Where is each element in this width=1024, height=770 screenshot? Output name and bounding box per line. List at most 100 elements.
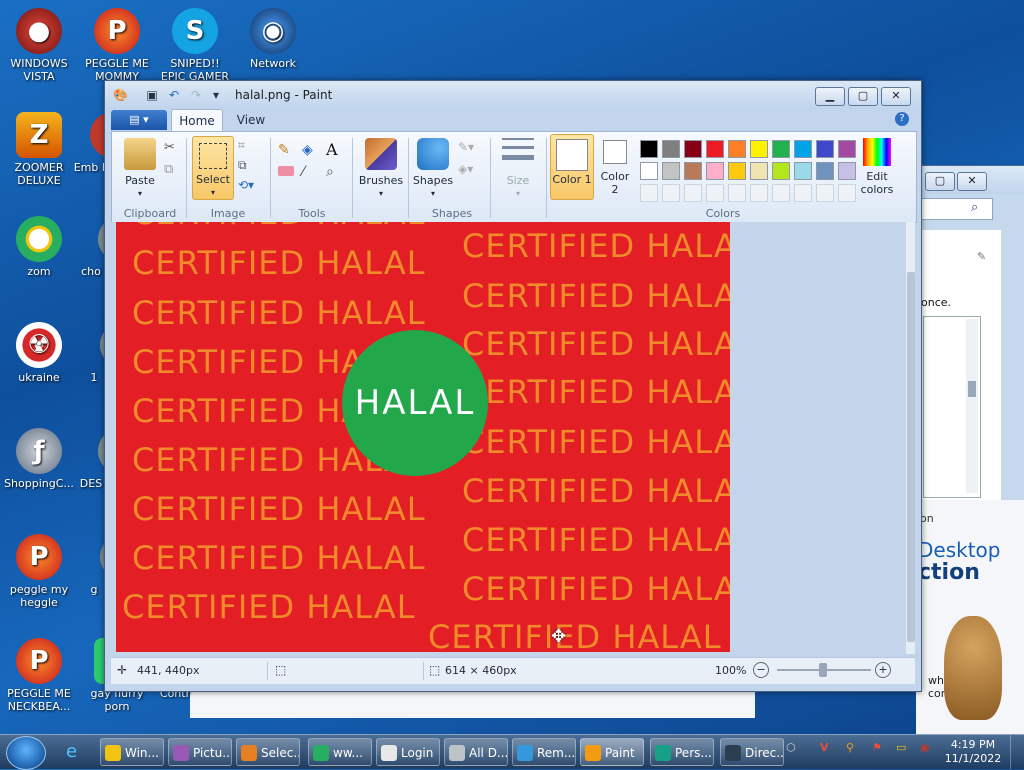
taskbar-item[interactable]: Selec...: [236, 738, 300, 766]
taskbar-item[interactable]: ww...: [308, 738, 372, 766]
taskbar-item[interactable]: Pictu...: [168, 738, 232, 766]
clock[interactable]: 4:19 PM 11/1/2022: [940, 738, 1006, 766]
color-swatch[interactable]: [750, 162, 768, 180]
minimize-button[interactable]: ▁: [815, 87, 845, 106]
desktop-icon-peggle-my-heggle[interactable]: P peggle my heggle: [2, 534, 76, 609]
color-swatch[interactable]: [640, 162, 658, 180]
desktop-icon-1[interactable]: 1: [82, 322, 106, 384]
color-swatch[interactable]: [794, 140, 812, 158]
color-swatch[interactable]: [706, 140, 724, 158]
help-icon[interactable]: ?: [895, 112, 909, 126]
bg-close-button[interactable]: ✕: [957, 172, 987, 191]
eraser-icon[interactable]: [278, 166, 294, 176]
color-swatch[interactable]: [728, 184, 746, 202]
crop-icon[interactable]: ⌗: [238, 138, 256, 156]
zoom-slider[interactable]: [777, 663, 871, 677]
taskbar-item[interactable]: Pers...: [650, 738, 714, 766]
ie-icon[interactable]: e: [66, 741, 77, 762]
vertical-scrollbar[interactable]: [906, 222, 915, 654]
shapes-button[interactable]: Shapes ▾: [412, 138, 454, 200]
taskbar-item[interactable]: All D...: [444, 738, 508, 766]
paste-button[interactable]: Paste ▾: [120, 138, 160, 200]
zoom-out-button[interactable]: −: [753, 662, 769, 678]
desktop-icon-windows-vista[interactable]: ● WINDOWS VISTA: [2, 8, 76, 83]
color-swatch[interactable]: [728, 140, 746, 158]
color-swatch[interactable]: [750, 184, 768, 202]
color-swatch[interactable]: [750, 140, 768, 158]
desktop-icon-sniped[interactable]: S SNIPED!! EPIC GAMER 360: [158, 8, 232, 85]
desktop-icon-g[interactable]: g: [82, 534, 106, 596]
color-swatch[interactable]: [662, 140, 680, 158]
edit-colors-button[interactable]: Edit colors: [854, 138, 900, 196]
bg-scrollbar[interactable]: [966, 319, 978, 493]
taskbar-item[interactable]: Win...: [100, 738, 164, 766]
color-swatch[interactable]: [706, 184, 724, 202]
color-swatch[interactable]: [640, 140, 658, 158]
color-swatch[interactable]: [794, 184, 812, 202]
color-picker-icon[interactable]: ⁄: [302, 164, 320, 182]
undo-icon[interactable]: ↶: [167, 88, 181, 102]
maximize-button[interactable]: ▢: [848, 87, 878, 106]
size-button[interactable]: Size ▾: [496, 138, 540, 200]
color-swatch[interactable]: [640, 184, 658, 202]
text-tool-icon[interactable]: A: [326, 140, 344, 159]
resize-icon[interactable]: ⧉: [238, 158, 256, 176]
magnifier-icon[interactable]: ⌕: [326, 164, 344, 182]
rotate-icon[interactable]: ⟲▾: [238, 178, 256, 196]
redo-icon[interactable]: ↷: [189, 88, 203, 102]
color-swatch[interactable]: [684, 162, 702, 180]
cut-icon[interactable]: ✂: [164, 140, 182, 158]
taskbar-item[interactable]: Login: [376, 738, 440, 766]
color-swatch[interactable]: [772, 140, 790, 158]
desktop-icon-zoomer-deluxe[interactable]: Z ZOOMER DELUXE: [2, 112, 76, 187]
color-swatch[interactable]: [728, 162, 746, 180]
color-swatch[interactable]: [662, 162, 680, 180]
customize-qat-icon[interactable]: ▾: [209, 88, 223, 102]
color1-button[interactable]: Color 1: [550, 134, 594, 200]
file-menu-button[interactable]: ▤ ▾: [111, 110, 167, 130]
title-bar[interactable]: 🎨 ▣ ↶ ↷ ▾ halal.png - Paint ▁ ▢ ✕: [105, 81, 921, 109]
desktop-icon-cho[interactable]: cho: [76, 216, 106, 278]
desktop-icon-shopping[interactable]: ƒ ShoppingC...: [2, 428, 76, 490]
color-swatch[interactable]: [772, 184, 790, 202]
fill-icon[interactable]: ◈▾: [458, 162, 476, 180]
color2-button[interactable]: Color 2: [596, 136, 634, 196]
color-swatch[interactable]: [684, 140, 702, 158]
desktop-icon-peggle-me-neckbeard[interactable]: P PEGGLE ME NECKBEA...: [2, 638, 76, 713]
bg-search-box[interactable]: [921, 198, 993, 220]
drawing-canvas[interactable]: CERTIFIED HALAL CERTIFIED HALAL CERTIFIED …: [116, 222, 730, 652]
color-swatch[interactable]: [706, 162, 724, 180]
bg-search-icon[interactable]: ⌕: [971, 200, 978, 215]
taskbar-item[interactable]: Direc...: [720, 738, 784, 766]
tray-icon[interactable]: ⚲: [846, 741, 854, 754]
tray-icon[interactable]: ◉: [920, 741, 930, 754]
zoom-in-button[interactable]: +: [875, 662, 891, 678]
desktop-icon-ukraine[interactable]: ☢ ukraine: [2, 322, 76, 384]
color-swatch[interactable]: [816, 162, 834, 180]
color-swatch[interactable]: [662, 184, 680, 202]
tray-icon[interactable]: ⬡: [786, 741, 796, 754]
paint-app-icon[interactable]: 🎨: [113, 88, 128, 102]
tray-icon[interactable]: ⚑: [872, 741, 882, 754]
tab-view[interactable]: View: [229, 109, 273, 131]
color-swatch[interactable]: [816, 184, 834, 202]
brushes-button[interactable]: Brushes ▾: [358, 138, 404, 200]
color-swatch[interactable]: [684, 184, 702, 202]
desktop-icon-peggle-me-mommy[interactable]: P PEGGLE ME MOMMY: [80, 8, 154, 83]
color-swatch[interactable]: [794, 162, 812, 180]
zoom-slider-handle[interactable]: [819, 663, 827, 677]
tray-icon[interactable]: V: [820, 741, 829, 754]
tab-home[interactable]: Home: [171, 109, 223, 132]
color-swatch[interactable]: [772, 162, 790, 180]
desktop-icon-zom[interactable]: zom: [2, 216, 76, 278]
desktop-icon-network[interactable]: ◉ Network: [236, 8, 310, 70]
fill-bucket-icon[interactable]: ◈: [302, 142, 320, 160]
taskbar-item[interactable]: Rem...: [512, 738, 576, 766]
bg-maximize-button[interactable]: ▢: [925, 172, 955, 191]
pencil-icon[interactable]: ✎: [278, 142, 296, 160]
outline-icon[interactable]: ✎▾: [458, 140, 476, 158]
taskbar-item[interactable]: Paint: [580, 738, 644, 766]
save-icon[interactable]: ▣: [145, 88, 159, 102]
tray-icon[interactable]: ▭: [896, 741, 906, 754]
color-swatch[interactable]: [816, 140, 834, 158]
